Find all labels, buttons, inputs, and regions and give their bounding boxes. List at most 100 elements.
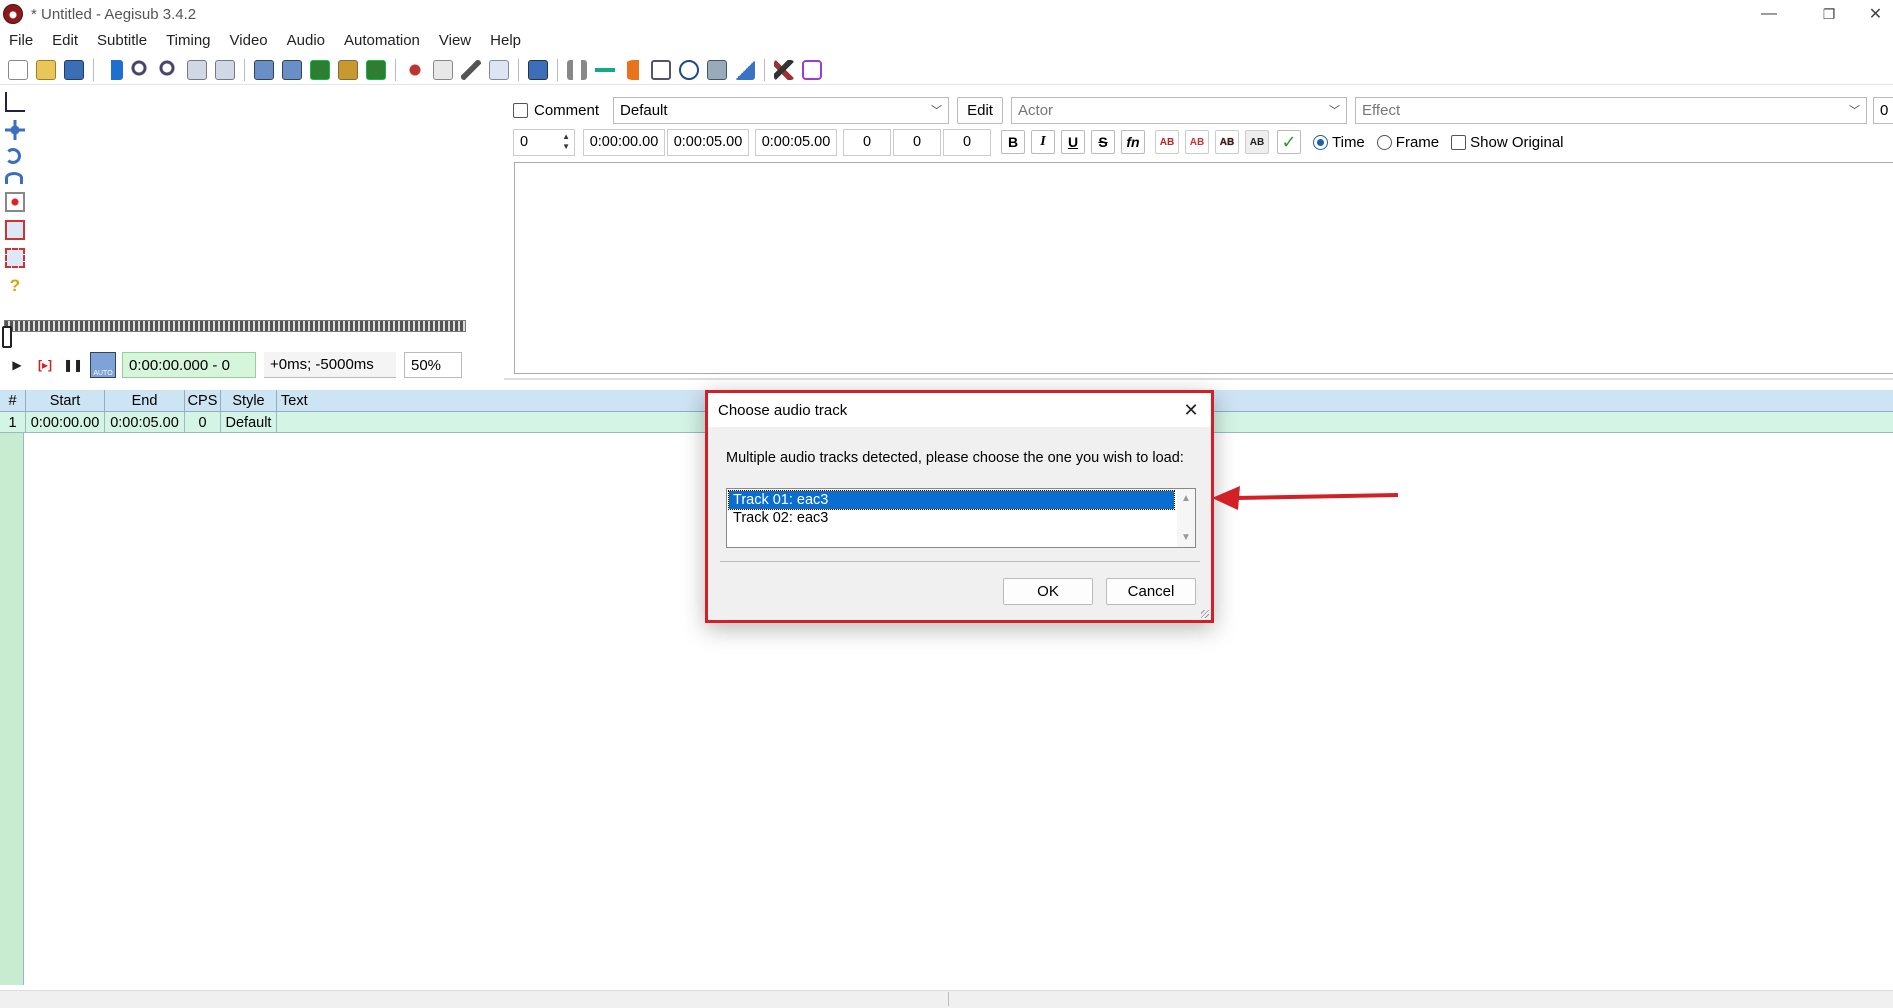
menu-timing[interactable]: Timing — [157, 32, 220, 49]
styling-assistant-icon[interactable] — [461, 59, 481, 80]
video-seek-bar[interactable] — [4, 320, 466, 332]
layer-spin[interactable]: 0 ▲ ▼ — [513, 128, 575, 156]
scroll-up-icon[interactable]: ▲ — [1181, 493, 1191, 504]
layer-right-field[interactable]: 0 — [1873, 96, 1893, 124]
margin-right-field[interactable]: 0 — [893, 128, 941, 156]
spell-checker-icon[interactable] — [595, 59, 615, 80]
menu-automation[interactable]: Automation — [335, 32, 430, 49]
open-file-icon[interactable] — [36, 59, 56, 80]
comment-checkbox[interactable] — [513, 102, 528, 118]
rotate-xy-icon[interactable] — [5, 172, 23, 184]
col-header-end[interactable]: End — [105, 390, 185, 412]
pause-icon[interactable]: ❚❚ — [62, 354, 84, 376]
strikeout-button[interactable]: S — [1091, 130, 1115, 154]
shadow-color-button[interactable]: AB — [1245, 130, 1269, 154]
select-lines-icon[interactable] — [651, 59, 671, 80]
margin-left-field[interactable]: 0 — [843, 128, 891, 156]
attachments-icon[interactable] — [254, 59, 274, 80]
rotate-z-icon[interactable] — [5, 148, 21, 164]
export-icon[interactable] — [707, 59, 727, 80]
show-original-checkbox[interactable] — [1451, 134, 1467, 150]
timer-icon[interactable] — [679, 59, 699, 80]
panel-divider[interactable] — [504, 378, 1893, 380]
commit-check-icon[interactable]: ✓ — [1277, 130, 1301, 154]
menu-help[interactable]: Help — [481, 32, 531, 49]
shift-times-icon[interactable] — [623, 59, 643, 80]
menu-subtitle[interactable]: Subtitle — [88, 32, 157, 49]
help-icon[interactable]: ? — [5, 276, 25, 296]
ok-button[interactable]: OK — [1003, 578, 1093, 605]
standard-tool-icon[interactable] — [5, 92, 25, 112]
drag-tool-icon[interactable] — [5, 120, 25, 140]
secondary-color-button[interactable]: AB — [1185, 130, 1209, 154]
menu-video[interactable]: Video — [221, 32, 278, 49]
track-list-item[interactable]: Track 02: eac3 — [729, 509, 1174, 527]
vector-clip-icon[interactable] — [5, 248, 25, 268]
zoom-in-icon[interactable] — [131, 59, 151, 80]
play-icon[interactable]: ▶ — [6, 354, 28, 376]
restore-button[interactable]: ❐ — [1806, 0, 1852, 28]
cancel-button[interactable]: Cancel — [1106, 578, 1196, 605]
duration-field[interactable]: 0:00:05.00 — [755, 128, 837, 156]
col-header-text[interactable]: Text — [277, 390, 317, 412]
track-list-item[interactable]: Track 01: eac3 — [728, 490, 1175, 510]
list-scrollbar[interactable]: ▲ ▼ — [1177, 489, 1195, 547]
zoom-out-icon[interactable] — [159, 59, 179, 80]
play-line-icon[interactable]: [▸] — [34, 354, 56, 376]
dialog-close-icon[interactable]: ✕ — [1179, 398, 1203, 422]
kanji-timer-icon[interactable] — [405, 59, 425, 80]
subtitle-text-editor[interactable] — [514, 162, 1893, 374]
timing-postprocessor-icon[interactable] — [366, 59, 386, 80]
menu-view[interactable]: View — [430, 32, 481, 49]
scroll-down-icon[interactable]: ▼ — [1181, 532, 1191, 543]
menu-audio[interactable]: Audio — [278, 32, 335, 49]
col-header-number[interactable]: # — [0, 390, 26, 412]
replace-icon[interactable] — [215, 59, 235, 80]
check-icon[interactable] — [735, 59, 755, 80]
save-file-icon[interactable] — [64, 59, 84, 80]
properties-icon[interactable] — [433, 59, 453, 80]
menu-edit[interactable]: Edit — [43, 32, 88, 49]
clip-tool-icon[interactable] — [5, 220, 25, 240]
italic-button[interactable]: I — [1031, 130, 1055, 154]
style-select[interactable]: Default ﹀ — [613, 96, 950, 124]
audio-track-list[interactable]: Track 01: eac3 Track 02: eac3 ▲ ▼ — [726, 488, 1196, 548]
spin-arrows-icon[interactable]: ▲ ▼ — [562, 132, 570, 152]
options-tools-icon[interactable] — [774, 59, 794, 80]
video-properties-icon[interactable] — [310, 59, 330, 80]
start-time-field[interactable]: 0:00:00.00 — [583, 128, 665, 156]
col-header-start[interactable]: Start — [26, 390, 105, 412]
auto-scroll-icon[interactable]: AUTO — [90, 352, 116, 378]
style-manager-icon[interactable] — [489, 59, 509, 80]
margin-vertical-field[interactable]: 0 — [943, 128, 991, 156]
bold-button[interactable]: B — [1001, 130, 1025, 154]
jump-to-icon[interactable] — [103, 59, 123, 80]
video-time-display[interactable]: 0:00:00.000 - 0 — [122, 352, 256, 378]
effect-combo[interactable]: Effect ﹀ — [1355, 96, 1868, 124]
automation-icon[interactable] — [528, 59, 548, 80]
find-icon[interactable] — [187, 59, 207, 80]
color-picker-icon[interactable] — [802, 59, 822, 80]
resize-grip[interactable] — [1201, 610, 1209, 618]
outline-color-button[interactable]: AB — [1215, 130, 1239, 154]
edit-style-button[interactable]: Edit — [957, 96, 1004, 124]
zoom-combo[interactable]: 50% — [404, 352, 462, 378]
seek-slider-thumb[interactable] — [2, 326, 12, 348]
font-button[interactable]: fn — [1121, 130, 1145, 154]
col-header-cps[interactable]: CPS — [185, 390, 221, 412]
col-header-style[interactable]: Style — [221, 390, 277, 412]
resample-icon[interactable] — [338, 59, 358, 80]
translation-assistant-icon[interactable] — [567, 59, 587, 80]
frame-radio[interactable] — [1376, 134, 1392, 150]
underline-button[interactable]: U — [1061, 130, 1085, 154]
new-file-icon[interactable] — [8, 59, 28, 80]
minimize-button[interactable]: — — [1746, 0, 1792, 28]
primary-color-button[interactable]: AB — [1155, 130, 1179, 154]
menu-file[interactable]: File — [0, 32, 43, 49]
time-radio[interactable] — [1313, 134, 1328, 150]
scale-tool-icon[interactable] — [5, 192, 25, 212]
actor-combo[interactable]: Actor ﹀ — [1011, 96, 1348, 124]
close-window-button[interactable]: ✕ — [1858, 0, 1893, 28]
end-time-field[interactable]: 0:00:05.00 — [667, 128, 749, 156]
fonts-collector-icon[interactable] — [282, 59, 302, 80]
